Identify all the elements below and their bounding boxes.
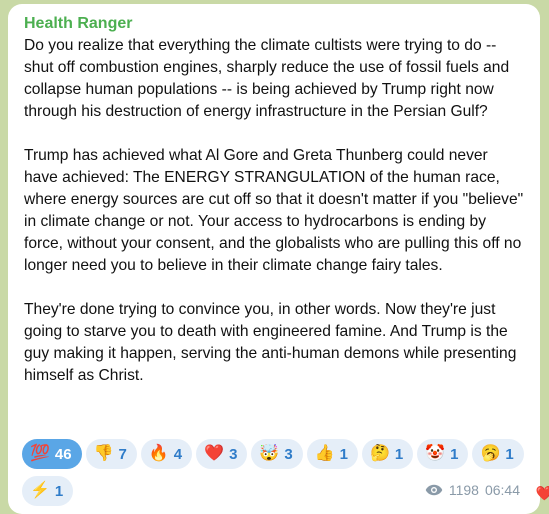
reactions-bar: 💯 46 👎 7 🔥 4 ❤️ 3 🤯 3 👍 1 🤔 1 🤡 1 🥱 1 ⚡ … (22, 439, 542, 513)
reaction-lightning[interactable]: ⚡ 1 (22, 476, 74, 506)
thumbs-up-icon: 👍 (314, 445, 335, 462)
message-bubble: Health Ranger Do you realize that everyt… (8, 4, 540, 514)
hundred-icon: 💯 (30, 445, 50, 462)
reactions-row-1: 💯 46 👎 7 🔥 4 ❤️ 3 🤯 3 👍 1 🤔 1 🤡 1 🥱 1 (22, 439, 542, 469)
reaction-count: 1 (394, 445, 404, 463)
reaction-thinking[interactable]: 🤔 1 (361, 439, 414, 469)
reaction-count: 1 (450, 445, 459, 463)
reaction-count: 3 (284, 445, 293, 463)
message-time: 06:44 (484, 482, 520, 498)
reaction-mind-blown[interactable]: 🤯 3 (251, 439, 303, 469)
reaction-clown[interactable]: 🤡 1 (417, 439, 469, 469)
heart-icon: ❤️ (204, 445, 225, 462)
lightning-icon: ⚡ (30, 482, 50, 499)
clown-icon: 🤡 (425, 445, 446, 462)
message-paragraph-2: Trump has achieved what Al Gore and Gret… (24, 147, 524, 274)
reacted-heart-icon: ❤️ (535, 485, 549, 501)
reaction-thumbs-down[interactable]: 👎 7 (85, 439, 137, 469)
thumbs-down-icon: 👎 (93, 445, 114, 462)
reaction-count: 3 (229, 445, 238, 463)
yawn-icon: 🥱 (480, 445, 501, 462)
reaction-hundred[interactable]: 💯 46 (22, 439, 82, 469)
view-count: 1198 (448, 482, 479, 498)
thinking-icon: 🤔 (369, 445, 390, 462)
sender-name[interactable]: Health Ranger (24, 14, 524, 34)
message-meta: 1198 06:44 (425, 482, 520, 498)
mind-blown-icon: 🤯 (259, 445, 280, 462)
reaction-count: 46 (54, 445, 72, 463)
message-paragraph-1: Do you realize that everything the clima… (24, 37, 510, 120)
message-paragraph-3: They're done trying to convince you, in … (24, 301, 517, 384)
reaction-count: 1 (54, 482, 64, 500)
reaction-fire[interactable]: 🔥 4 (140, 439, 193, 469)
reaction-heart[interactable]: ❤️ 3 (196, 439, 248, 469)
reaction-count: 1 (505, 445, 514, 463)
eye-icon (425, 484, 443, 496)
reaction-yawn[interactable]: 🥱 1 (472, 439, 524, 469)
reaction-count: 1 (339, 445, 348, 463)
reaction-thumbs-up[interactable]: 👍 1 (306, 439, 358, 469)
fire-icon: 🔥 (148, 445, 169, 462)
reaction-count: 4 (173, 445, 183, 463)
reaction-count: 7 (118, 445, 127, 463)
